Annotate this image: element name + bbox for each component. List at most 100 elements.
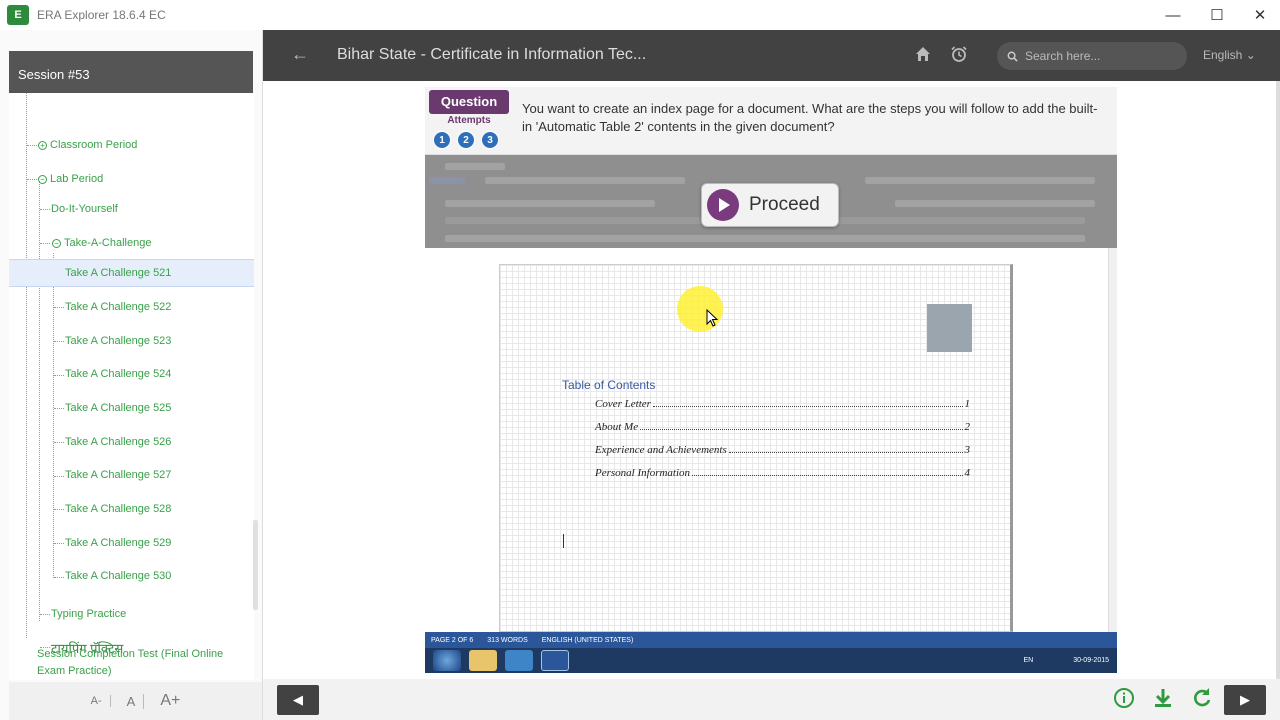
proceed-label: Proceed: [749, 194, 820, 215]
tree-branch: [54, 442, 64, 443]
collapse-icon[interactable]: −: [52, 239, 61, 248]
sidebar-item-challenge-527[interactable]: Take A Challenge 527: [65, 469, 171, 481]
question-panel: Question Attempts 1 2 3 You want to crea…: [425, 87, 1117, 155]
tree-branch: [54, 341, 64, 342]
toc-leader: [692, 467, 963, 476]
ribbon-ghost: [429, 177, 465, 184]
chevron-down-icon: ⌄: [1245, 48, 1256, 62]
proceed-button[interactable]: Proceed: [701, 183, 839, 227]
toc-entry: Cover Letter 1: [595, 398, 970, 410]
toc-entry-title: About Me: [595, 421, 639, 433]
font-decrease-button[interactable]: A-: [83, 695, 111, 707]
session-header[interactable]: Session #53: [9, 51, 253, 93]
tree-branch: [54, 476, 64, 477]
page-count: PAGE 2 OF 6: [431, 636, 474, 644]
search-input[interactable]: [1025, 49, 1175, 63]
sidebar-item-challenge-523[interactable]: Take A Challenge 523: [65, 335, 171, 347]
title-bar: E ERA Explorer 18.6.4 EC — ☐ ✕: [0, 0, 1280, 30]
toc-entry: Personal Information 4: [595, 467, 970, 479]
font-increase-button[interactable]: A+: [152, 692, 188, 710]
maximize-button[interactable]: ☐: [1195, 0, 1239, 30]
back-arrow-icon[interactable]: ←: [291, 44, 309, 65]
tree-branch: [54, 543, 64, 544]
tree-branch: [54, 307, 64, 308]
sidebar-item-challenge-522[interactable]: Take A Challenge 522: [65, 301, 171, 313]
sidebar-item-challenge-526[interactable]: Take A Challenge 526: [65, 436, 171, 448]
toc-entry-page: 1: [964, 398, 971, 410]
sidebar: Session #53 + Classroom Period − Lab Perio…: [0, 30, 263, 720]
question-text: You want to create an index page for a d…: [522, 101, 1098, 134]
sidebar-item-challenge-528[interactable]: Take A Challenge 528: [65, 503, 171, 515]
download-icon[interactable]: [1152, 687, 1174, 709]
language-select[interactable]: English ⌄: [1203, 48, 1256, 62]
app-logo: E: [7, 5, 29, 25]
font-reset-button[interactable]: A: [119, 693, 145, 709]
tray-date: 30-09-2015: [1073, 657, 1109, 664]
ribbon-ghost: [445, 163, 505, 170]
tree-line: [53, 253, 54, 578]
play-icon: [707, 189, 739, 221]
toc-leader: [728, 444, 963, 453]
tree-branch: [40, 614, 50, 615]
toc-leader: [652, 398, 963, 407]
sidebar-item-do-it-yourself[interactable]: Do-It-Yourself: [51, 203, 118, 215]
info-icon[interactable]: [1113, 687, 1135, 709]
alarm-clock-icon[interactable]: [951, 46, 967, 62]
toc-entry-page: 3: [964, 444, 971, 456]
ribbon-ghost: [865, 177, 1095, 184]
next-button[interactable]: ▶: [1224, 685, 1266, 715]
sidebar-item-challenge-530[interactable]: Take A Challenge 530: [65, 570, 171, 582]
sidebar-item-label: Classroom Period: [50, 139, 138, 151]
search-box[interactable]: [997, 42, 1187, 70]
ribbon-ghost: [445, 235, 1085, 242]
ribbon-ghost: [445, 200, 655, 207]
sidebar-item-take-a-challenge[interactable]: − Take-A-Challenge: [52, 237, 151, 249]
windows-taskbar: EN 30-09-2015: [425, 648, 1117, 673]
top-bar: ← Bihar State - Certificate in Informati…: [263, 30, 1280, 81]
mouse-cursor-icon: [706, 309, 719, 327]
previous-button[interactable]: ◀: [277, 685, 319, 715]
refresh-icon[interactable]: [1191, 687, 1213, 709]
close-button[interactable]: ✕: [1238, 0, 1280, 30]
toc-entry-title: Cover Letter: [595, 398, 651, 410]
tree-branch: [27, 145, 37, 146]
sidebar-item-challenge-524[interactable]: Take A Challenge 524: [65, 368, 171, 380]
toc-title: Table of Contents: [562, 378, 656, 392]
minimize-button[interactable]: —: [1151, 0, 1195, 30]
toc-entry-page: 4: [964, 467, 971, 479]
bottom-bar: ◀ ▶: [263, 679, 1280, 720]
file-explorer-icon[interactable]: [469, 650, 497, 671]
sidebar-item-typing-practice[interactable]: Typing Practice: [51, 608, 126, 620]
search-icon: [1007, 51, 1018, 62]
app-title: ERA Explorer 18.6.4 EC: [37, 8, 166, 22]
document-scrollbar[interactable]: [1108, 248, 1117, 632]
tree-line: [39, 181, 40, 621]
home-icon[interactable]: [915, 46, 931, 62]
tree-branch: [54, 509, 64, 510]
toc-entry-title: Personal Information: [595, 467, 691, 479]
start-button-icon[interactable]: [433, 650, 461, 671]
sidebar-item-challenge-521[interactable]: Take A Challenge 521: [9, 259, 254, 287]
toc-entry-title: Experience and Achievements: [595, 444, 727, 456]
sidebar-item-challenge-529[interactable]: Take A Challenge 529: [65, 537, 171, 549]
sidebar-item-lab-period[interactable]: − Lab Period: [38, 173, 103, 185]
sidebar-scrollbar[interactable]: [253, 520, 258, 610]
expand-icon[interactable]: +: [38, 141, 47, 150]
content-scrollbar[interactable]: [1276, 81, 1280, 679]
page-graphic-box: [927, 304, 972, 352]
sidebar-item-challenge-525[interactable]: Take A Challenge 525: [65, 402, 171, 414]
tree-branch: [54, 577, 64, 578]
sidebar-item-session-completion-test[interactable]: Session Completion Test (Final Online Ex…: [37, 646, 242, 680]
toc-entry: About Me 2: [595, 421, 970, 433]
ribbon-ghost: [895, 200, 1095, 207]
tree-branch: [54, 375, 64, 376]
collapse-icon[interactable]: −: [38, 175, 47, 184]
sidebar-item-classroom-period[interactable]: + Classroom Period: [38, 139, 137, 151]
toc-leader: [640, 421, 963, 430]
tray-language: EN: [1023, 657, 1034, 664]
word-icon[interactable]: [541, 650, 569, 671]
course-title: Bihar State - Certificate in Information…: [337, 46, 647, 63]
internet-explorer-icon[interactable]: [505, 650, 533, 671]
toc-entry-page: 2: [964, 421, 971, 433]
tree-branch: [40, 243, 50, 244]
